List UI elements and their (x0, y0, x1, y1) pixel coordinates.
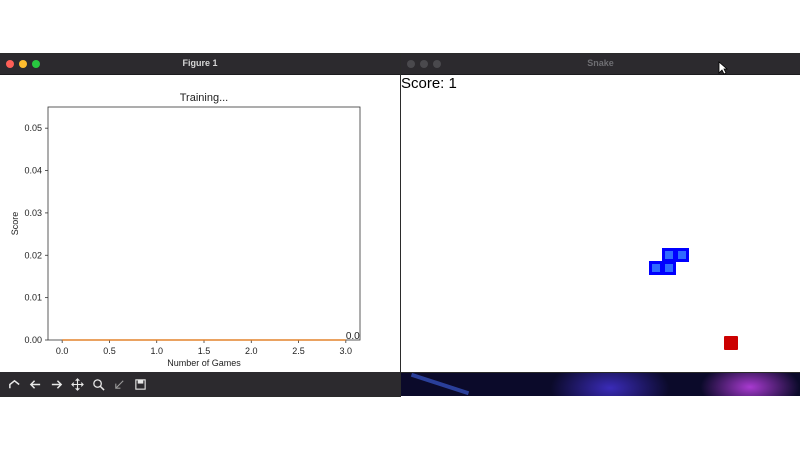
figure-titlebar[interactable]: Figure 1 (0, 54, 400, 75)
y-tick-label: 0.04 (24, 166, 42, 176)
configure-subplots-button[interactable] (109, 374, 129, 394)
snake-game-canvas[interactable]: Score: 1 (401, 75, 800, 372)
pan-button[interactable] (67, 374, 87, 394)
zoom-icon (92, 378, 105, 391)
pan-icon (70, 377, 84, 391)
food-item (724, 336, 738, 350)
x-tick-label: 1.5 (198, 346, 211, 356)
forward-button[interactable] (46, 374, 66, 394)
save-icon (134, 378, 146, 390)
desktop-wallpaper (400, 368, 800, 396)
figure-window: Figure 1 Training... 0.0 0.5 1.0 1.5 2.0 2.5 3.… (0, 54, 400, 396)
y-tick-label: 0.03 (24, 208, 42, 218)
figure-toolbar (0, 372, 400, 396)
home-button[interactable] (4, 374, 24, 394)
y-axis-label: Score (10, 212, 20, 236)
x-tick-label: 3.0 (340, 346, 353, 356)
x-tick-label: 0.0 (56, 346, 69, 356)
x-tick-label: 2.5 (292, 346, 305, 356)
back-button[interactable] (25, 374, 45, 394)
y-tick-label: 0.00 (24, 335, 42, 345)
y-tick-label: 0.02 (24, 250, 42, 260)
snake-window-title: Snake (587, 58, 614, 68)
zoom-button[interactable] (88, 374, 108, 394)
axes-frame (47, 106, 361, 341)
x-tick-label: 1.0 (150, 346, 163, 356)
save-button[interactable] (130, 374, 150, 394)
configure-subplots-icon (114, 379, 124, 389)
back-arrow-icon (29, 379, 40, 389)
y-tick-label: 0.05 (24, 123, 42, 133)
figure-window-title: Figure 1 (182, 58, 218, 68)
snake-segment (675, 248, 689, 262)
snake-window: Snake Score: 1 (401, 54, 800, 372)
data-label: 0.0 (346, 331, 360, 342)
score-label: Score: 1 (401, 75, 457, 92)
snake-titlebar[interactable]: Snake (401, 54, 800, 75)
x-tick-label: 2.0 (245, 346, 258, 356)
training-chart: Training... 0.0 0.5 1.0 1.5 2.0 2.5 3.0 0.00 0.01… (10, 92, 361, 368)
mouse-cursor-icon (718, 61, 728, 75)
plot-area: Training... 0.0 0.5 1.0 1.5 2.0 2.5 3.0 0.00 0.01… (0, 75, 400, 372)
snake-segment (649, 261, 663, 275)
home-icon (8, 379, 20, 388)
y-tick-label: 0.01 (24, 293, 42, 303)
snake-head (662, 248, 676, 262)
snake-segment (662, 261, 676, 275)
x-tick-label: 0.5 (103, 346, 116, 356)
forward-arrow-icon (51, 379, 62, 389)
x-axis-label: Number of Games (167, 358, 241, 368)
chart-title: Training... (180, 92, 229, 104)
